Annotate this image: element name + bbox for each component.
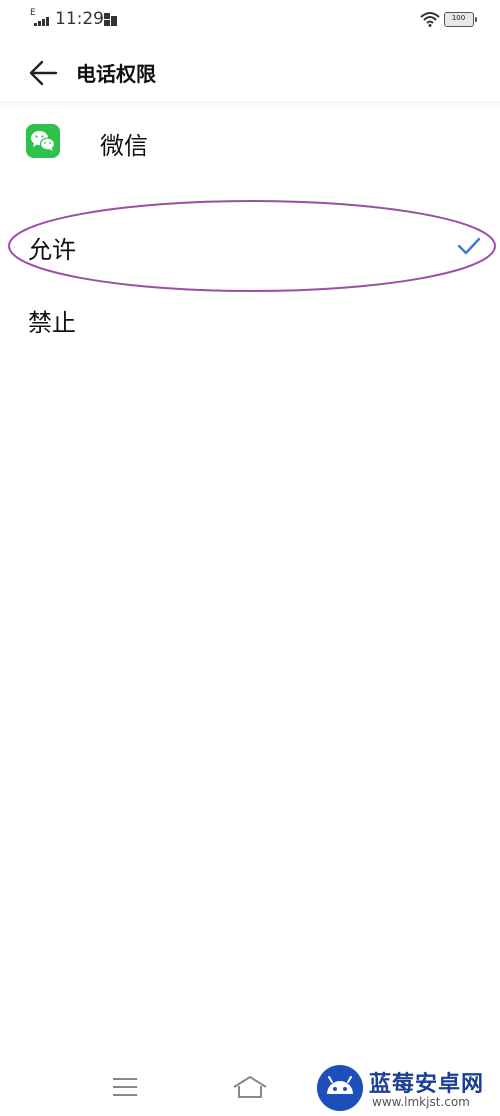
wifi-icon bbox=[420, 12, 440, 27]
battery-level: 100 bbox=[451, 14, 466, 22]
android-logo-icon bbox=[317, 1065, 363, 1111]
battery-icon: 100 bbox=[444, 12, 477, 27]
status-bar: E 11:29 100 bbox=[0, 0, 500, 40]
watermark-title: 蓝莓安卓网 bbox=[369, 1072, 485, 1097]
status-time: 11:29 bbox=[55, 9, 104, 29]
option-deny-label: 禁止 bbox=[28, 309, 76, 337]
notification-icon bbox=[104, 13, 117, 26]
wechat-icon bbox=[26, 124, 60, 158]
back-arrow-icon[interactable] bbox=[26, 57, 60, 89]
header-divider bbox=[0, 101, 500, 107]
menu-icon[interactable] bbox=[112, 1076, 138, 1098]
header: 电话权限 bbox=[0, 45, 500, 101]
signal-icon bbox=[30, 16, 52, 26]
home-icon[interactable] bbox=[232, 1074, 268, 1100]
option-allow[interactable]: 允许 bbox=[0, 216, 500, 280]
watermark-url: www.lmkjst.com bbox=[372, 1095, 470, 1109]
option-allow-label: 允许 bbox=[28, 236, 76, 264]
check-icon bbox=[457, 237, 481, 255]
page-title: 电话权限 bbox=[76, 62, 156, 86]
watermark: 蓝莓安卓网 www.lmkjst.com bbox=[312, 1060, 500, 1116]
option-deny[interactable]: 禁止 bbox=[0, 289, 500, 353]
app-name: 微信 bbox=[100, 132, 148, 160]
app-row: 微信 bbox=[0, 110, 500, 176]
